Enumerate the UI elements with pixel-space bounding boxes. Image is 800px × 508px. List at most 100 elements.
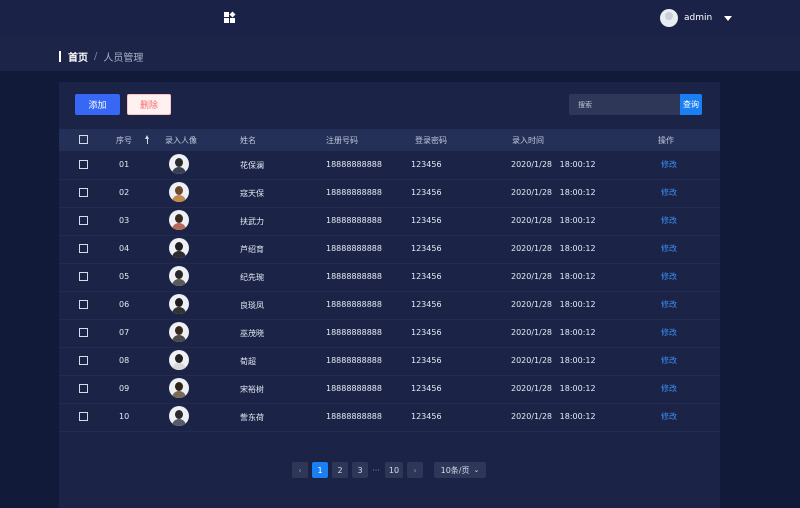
table-row: 05 纪先琬 18888888888 123456 2020/1/28 18:00:12…	[59, 263, 720, 292]
row-index: 04	[119, 244, 130, 253]
page-size-select[interactable]: 10条/页 ⌄	[434, 462, 486, 478]
delete-button[interactable]: 删除	[127, 94, 171, 115]
row-phone: 18888888888	[326, 272, 382, 281]
row-name: 寇天保	[240, 189, 264, 198]
pagination-ellipsis: ···	[372, 465, 380, 475]
page-button-3[interactable]: 3	[352, 462, 368, 478]
main-panel: 添加 删除 搜索 查询 序号 录入人像 姓名 注册号码 登录密码 录入时间 操作…	[59, 82, 720, 508]
table-row: 03 扶武力 18888888888 123456 2020/1/28 18:00:12…	[59, 207, 720, 236]
row-phone: 18888888888	[326, 244, 382, 253]
person-photo	[169, 322, 189, 342]
header-index: 序号	[116, 136, 132, 145]
row-time: 2020/1/28 18:00:12	[511, 272, 596, 281]
row-phone: 18888888888	[326, 216, 382, 225]
page-button-10[interactable]: 10	[385, 462, 403, 478]
edit-link[interactable]: 修改	[661, 411, 677, 422]
row-time: 2020/1/28 18:00:12	[511, 356, 596, 365]
query-button[interactable]: 查询	[680, 94, 702, 115]
sort-up-icon[interactable]	[145, 135, 151, 145]
row-password: 123456	[411, 188, 442, 197]
breadcrumb-separator: /	[94, 51, 98, 62]
person-photo	[169, 294, 189, 314]
row-phone: 18888888888	[326, 384, 382, 393]
search-placeholder: 搜索	[578, 100, 592, 109]
row-phone: 18888888888	[326, 328, 382, 337]
breadcrumb-bar: 首页 / 人员管理	[0, 37, 800, 71]
edit-link[interactable]: 修改	[661, 159, 677, 170]
row-phone: 18888888888	[326, 356, 382, 365]
row-checkbox[interactable]	[79, 160, 88, 169]
row-checkbox[interactable]	[79, 412, 88, 421]
person-photo	[169, 266, 189, 286]
row-name: 巫茂晓	[240, 329, 264, 338]
edit-link[interactable]: 修改	[661, 299, 677, 310]
edit-link[interactable]: 修改	[661, 383, 677, 394]
person-photo	[169, 210, 189, 230]
row-password: 123456	[411, 384, 442, 393]
prev-page-button[interactable]: ‹	[292, 462, 308, 478]
top-bar: admin	[0, 0, 800, 37]
row-index: 07	[119, 328, 130, 337]
row-checkbox[interactable]	[79, 356, 88, 365]
breadcrumb-current: 人员管理	[103, 53, 144, 64]
page-button-1[interactable]: 1	[312, 462, 328, 478]
row-name: 訾东荷	[240, 413, 264, 422]
search-input[interactable]: 搜索	[569, 94, 680, 115]
next-page-button[interactable]: ›	[407, 462, 423, 478]
row-name: 纪先琬	[240, 273, 264, 282]
table-row: 06 良琰凤 18888888888 123456 2020/1/28 18:00:12…	[59, 291, 720, 320]
row-time: 2020/1/28 18:00:12	[511, 216, 596, 225]
table-row: 02 寇天保 18888888888 123456 2020/1/28 18:00:12…	[59, 179, 720, 208]
row-name: 花保澜	[240, 161, 264, 170]
edit-link[interactable]: 修改	[661, 355, 677, 366]
add-button[interactable]: 添加	[75, 94, 120, 115]
row-checkbox[interactable]	[79, 244, 88, 253]
select-all-checkbox[interactable]	[79, 135, 88, 144]
page-button-2[interactable]: 2	[332, 462, 348, 478]
row-checkbox[interactable]	[79, 188, 88, 197]
row-checkbox[interactable]	[79, 328, 88, 337]
header-password: 登录密码	[415, 136, 447, 145]
row-phone: 18888888888	[326, 160, 382, 169]
avatar[interactable]	[660, 9, 678, 27]
caret-down-icon[interactable]	[724, 15, 733, 21]
row-password: 123456	[411, 412, 442, 421]
row-name: 良琰凤	[240, 301, 264, 310]
row-name: 扶武力	[240, 217, 264, 226]
table-header: 序号 录入人像 姓名 注册号码 登录密码 录入时间 操作	[59, 129, 720, 151]
header-action: 操作	[658, 136, 674, 145]
row-checkbox[interactable]	[79, 216, 88, 225]
person-photo	[169, 406, 189, 426]
row-time: 2020/1/28 18:00:12	[511, 160, 596, 169]
row-index: 06	[119, 300, 130, 309]
row-time: 2020/1/28 18:00:12	[511, 328, 596, 337]
row-checkbox[interactable]	[79, 384, 88, 393]
row-phone: 18888888888	[326, 412, 382, 421]
row-password: 123456	[411, 356, 442, 365]
row-name: 荀超	[240, 357, 256, 366]
breadcrumb-home[interactable]: 首页	[68, 49, 88, 64]
row-index: 03	[119, 216, 130, 225]
person-photo	[169, 378, 189, 398]
table-row: 09 宋裕树 18888888888 123456 2020/1/28 18:00:12…	[59, 375, 720, 404]
row-password: 123456	[411, 244, 442, 253]
row-phone: 18888888888	[326, 188, 382, 197]
header-photo: 录入人像	[165, 136, 197, 145]
app-grid-icon[interactable]	[224, 11, 236, 23]
row-time: 2020/1/28 18:00:12	[511, 412, 596, 421]
row-checkbox[interactable]	[79, 300, 88, 309]
edit-link[interactable]: 修改	[661, 215, 677, 226]
edit-link[interactable]: 修改	[661, 243, 677, 254]
edit-link[interactable]: 修改	[661, 187, 677, 198]
edit-link[interactable]: 修改	[661, 327, 677, 338]
edit-link[interactable]: 修改	[661, 271, 677, 282]
table-row: 04 芦绍育 18888888888 123456 2020/1/28 18:00:12…	[59, 235, 720, 264]
row-index: 02	[119, 188, 130, 197]
row-password: 123456	[411, 272, 442, 281]
user-menu[interactable]: admin	[660, 9, 733, 27]
row-index: 01	[119, 160, 130, 169]
row-password: 123456	[411, 328, 442, 337]
row-index: 10	[119, 412, 130, 421]
row-checkbox[interactable]	[79, 272, 88, 281]
breadcrumb-marker	[59, 51, 61, 62]
